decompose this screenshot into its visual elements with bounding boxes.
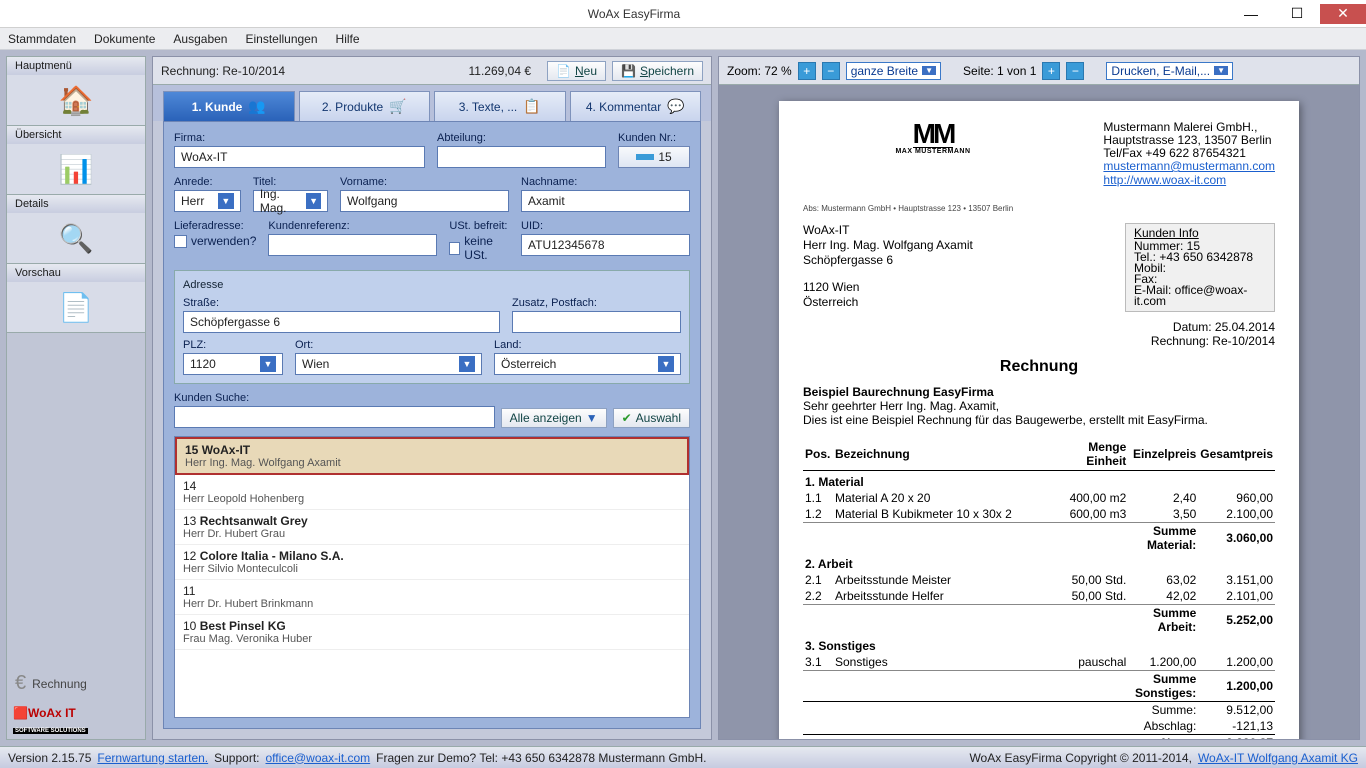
sidebar-item-details[interactable]: Details 🔍 [7,195,145,264]
chevron-down-icon: ▼ [306,193,321,209]
alle-anzeigen-button[interactable]: Alle anzeigen ▼ [501,408,607,428]
document-amount: 11.269,04 € [469,64,532,78]
new-icon: 📄 [556,64,571,78]
chevron-down-icon: ▼ [658,356,674,372]
window-title: WoAx EasyFirma [40,7,1228,21]
tab-kunde[interactable]: 1. Kunde👥 [163,91,295,121]
preview-scroll[interactable]: MM MAX MUSTERMANN Mustermann Malerei Gmb… [719,85,1359,739]
text-icon: 📋 [523,98,540,115]
invoice-title: Rechnung [803,358,1275,376]
titlebar: WoAx EasyFirma — ☐ ✕ [0,0,1366,28]
keine-ust-checkbox[interactable]: keine USt. [449,234,509,262]
statusbar: Version 2.15.75 Fernwartung starten. Sup… [0,746,1366,768]
adresse-panel: Adresse Straße: Zusatz, Postfach: PLZ: 1… [174,270,690,384]
recipient-address: WoAx-IT Herr Ing. Mag. Wolfgang Axamit S… [803,223,973,312]
page-prev-button[interactable]: − [1066,62,1084,80]
zoom-fit-select[interactable]: ganze Breite ▼ [846,62,941,80]
home-icon: 🏠 [7,75,145,125]
nachname-input[interactable] [521,190,690,212]
cart-icon: 🛒 [389,98,406,115]
auswahl-button[interactable]: ✔Auswahl [613,408,690,428]
menu-dokumente[interactable]: Dokumente [94,32,155,46]
invoice-page: MM MAX MUSTERMANN Mustermann Malerei Gmb… [779,101,1299,739]
titel-select[interactable]: Ing. Mag.▼ [253,190,328,212]
sidebar-foot: € Rechnung [7,666,145,701]
plz-select[interactable]: 1120▼ [183,353,283,375]
company-logo: MM MAX MUSTERMANN [883,121,983,171]
copyright-link[interactable]: WoAx-IT Wolfgang Axamit KG [1198,751,1358,765]
neu-button[interactable]: 📄Neu [547,61,606,81]
tab-produkte[interactable]: 2. Produkte🛒 [299,91,431,121]
document-label: Rechnung: Re-10/2014 [161,64,463,78]
firma-input[interactable] [174,146,425,168]
close-button[interactable]: ✕ [1320,4,1366,24]
company-info: Mustermann Malerei GmbH., Hauptstrasse 1… [1103,121,1275,188]
menubar: Stammdaten Dokumente Ausgaben Einstellun… [0,28,1366,50]
chevron-down-icon: ▼ [922,66,936,75]
tabs: 1. Kunde👥 2. Produkte🛒 3. Texte, ...📋 4.… [153,85,711,121]
brand-logo: 🟥WoAx IT SOFTWARE SOLUTIONS [7,701,145,739]
sidebar-item-vorschau[interactable]: Vorschau 📄 [7,264,145,333]
fernwartung-link[interactable]: Fernwartung starten. [97,751,208,765]
menu-einstellungen[interactable]: Einstellungen [245,32,317,46]
grid-icon: 📊 [7,144,145,194]
people-icon: 👥 [248,98,265,115]
tab-texte[interactable]: 3. Texte, ...📋 [434,91,566,121]
page-label: Seite: 1 von 1 [963,64,1036,78]
chevron-down-icon: ▼ [260,356,276,372]
magnifier-icon: 🔍 [7,213,145,263]
vorname-input[interactable] [340,190,509,212]
strasse-input[interactable] [183,311,500,333]
kundenreferenz-input[interactable] [268,234,437,256]
zoom-out-button[interactable]: − [822,62,840,80]
print-menu[interactable]: Drucken, E-Mail,... ▼ [1106,62,1233,80]
customer-list-item[interactable]: 12 Colore Italia - Milano S.A.Herr Silvi… [175,545,689,580]
chevron-down-icon: ▼ [586,411,598,425]
zoom-label: Zoom: 72 % [727,64,792,78]
sidebar-item-uebersicht[interactable]: Übersicht 📊 [7,126,145,195]
customer-list[interactable]: 15 WoAx-ITHerr Ing. Mag. Wolfgang Axamit… [174,436,690,718]
form-panel: Rechnung: Re-10/2014 11.269,04 € 📄Neu 💾S… [152,56,712,740]
check-icon: ✔ [622,411,632,425]
abteilung-input[interactable] [437,146,606,168]
euro-icon: € [15,672,26,695]
support-email-link[interactable]: office@woax-it.com [266,751,371,765]
menu-stammdaten[interactable]: Stammdaten [8,32,76,46]
kundennr-button[interactable]: 15 [618,146,690,168]
sender-line: Abs: Mustermann GmbH • Hauptstrasse 123 … [803,204,1275,213]
page-next-button[interactable]: + [1042,62,1060,80]
minimize-button[interactable]: — [1228,4,1274,24]
uid-input[interactable] [521,234,690,256]
menu-hilfe[interactable]: Hilfe [336,32,360,46]
customer-list-item[interactable]: 14Herr Leopold Hohenberg [175,475,689,510]
sidebar: Hauptmenü 🏠 Übersicht 📊 Details 🔍 Vorsch… [6,56,146,740]
save-icon: 💾 [621,64,636,78]
comment-icon: 💬 [667,98,684,115]
chevron-down-icon: ▼ [459,356,475,372]
ort-select[interactable]: Wien▼ [295,353,482,375]
sidebar-item-hauptmenu[interactable]: Hauptmenü 🏠 [7,57,145,126]
kunden-suche-input[interactable] [174,406,495,428]
customer-list-item[interactable]: 10 Best Pinsel KGFrau Mag. Veronika Hube… [175,615,689,650]
speichern-button[interactable]: 💾Speichern [612,61,703,81]
chevron-down-icon: ▼ [1214,66,1228,75]
customer-list-item[interactable]: 15 WoAx-ITHerr Ing. Mag. Wolfgang Axamit [175,437,689,475]
customer-list-item[interactable]: 13 Rechtsanwalt GreyHerr Dr. Hubert Grau [175,510,689,545]
maximize-button[interactable]: ☐ [1274,4,1320,24]
customer-list-item[interactable]: 11Herr Dr. Hubert Brinkmann [175,580,689,615]
verwenden-checkbox[interactable]: verwenden? [174,234,256,248]
tab-kommentar[interactable]: 4. Kommentar💬 [570,91,702,121]
document-preview-icon: 📄 [7,282,145,332]
anrede-select[interactable]: Herr▼ [174,190,241,212]
preview-panel: Zoom: 72 % + − ganze Breite ▼ Seite: 1 v… [718,56,1360,740]
menu-ausgaben[interactable]: Ausgaben [173,32,227,46]
land-select[interactable]: Österreich▼ [494,353,681,375]
zusatz-input[interactable] [512,311,681,333]
zoom-in-button[interactable]: + [798,62,816,80]
kunden-info-box: Kunden Info Nummer: 15 Tel.: +43 650 634… [1125,223,1275,312]
chevron-down-icon: ▼ [218,193,234,209]
invoice-table: Pos. Bezeichnung Menge Einheit Einzelpre… [803,438,1275,739]
